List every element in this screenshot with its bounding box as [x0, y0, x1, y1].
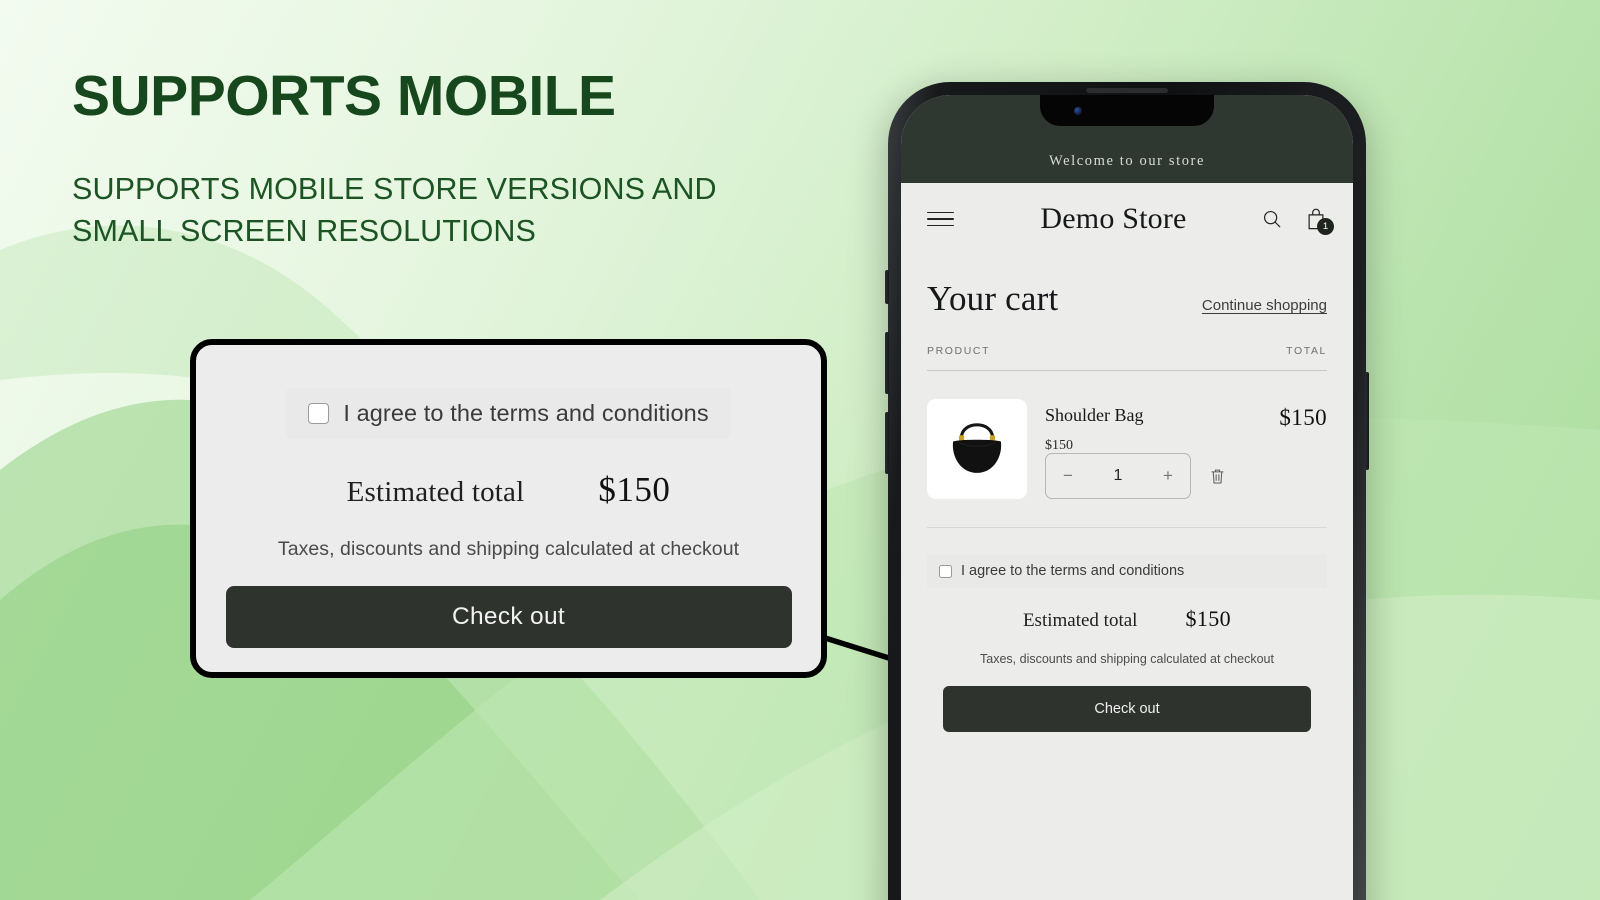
cart-count-badge: 1	[1317, 218, 1334, 235]
product-name: Shoulder Bag	[1045, 405, 1144, 425]
quantity-value: 1	[1113, 467, 1123, 484]
quantity-decrement-button[interactable]: −	[1046, 454, 1090, 498]
hamburger-icon[interactable]	[927, 211, 954, 227]
column-header-total: TOTAL	[1286, 345, 1327, 357]
continue-shopping-link[interactable]: Continue shopping	[1202, 297, 1327, 314]
page-subtitle: SUPPORTS MOBILE STORE VERSIONS AND SMALL…	[72, 172, 717, 249]
shopping-bag-icon[interactable]: 1	[1305, 207, 1334, 235]
page-title: SUPPORTS MOBILE	[72, 64, 616, 128]
announcement-text: Welcome to our store	[1048, 153, 1206, 169]
cart-line-item: Shoulder Bag $150 $150 − 1 +	[927, 371, 1327, 528]
quantity-increment-button[interactable]: +	[1146, 454, 1190, 498]
cart-totals-row: Estimated total $150	[927, 606, 1327, 632]
cart-terms-label: I agree to the terms and conditions	[961, 563, 1185, 579]
column-header-product: PRODUCT	[927, 345, 991, 357]
phone-screen: Welcome to our store Demo Store 1 Your c…	[901, 95, 1353, 900]
callout-totals-row: Estimated total $150	[347, 470, 671, 510]
phone-silent-switch[interactable]	[885, 270, 889, 304]
phone-volume-down-button[interactable]	[885, 412, 889, 474]
cart-page: Your cart Continue shopping PRODUCT TOTA…	[901, 279, 1353, 732]
phone-volume-up-button[interactable]	[885, 332, 889, 394]
product-line-total: $150	[1279, 405, 1327, 430]
product-thumbnail[interactable]	[927, 399, 1027, 499]
quantity-row: − 1 +	[1045, 453, 1226, 499]
phone-earpiece-speaker	[1086, 88, 1168, 93]
front-camera-icon	[1074, 107, 1082, 115]
callout-fineprint: Taxes, discounts and shipping calculated…	[277, 538, 740, 560]
shoulder-bag-image	[952, 423, 1002, 473]
slide-canvas: SUPPORTS MOBILE SUPPORTS MOBILE STORE VE…	[0, 0, 1600, 900]
callout-checkout-button[interactable]: Check out	[225, 586, 792, 648]
quantity-stepper[interactable]: − 1 +	[1045, 453, 1191, 499]
cart-fineprint: Taxes, discounts and shipping calculated…	[980, 652, 1274, 666]
cart-total-label: Estimated total	[1022, 610, 1138, 631]
callout-total-value: $150	[598, 470, 671, 509]
callout-terms-checkbox[interactable]	[308, 403, 330, 424]
cart-terms-row[interactable]: I agree to the terms and conditions	[927, 554, 1327, 588]
product-unit-price: $150	[1045, 438, 1073, 453]
phone-notch	[1040, 95, 1214, 126]
cart-title-row: Your cart Continue shopping	[927, 279, 1327, 319]
cart-total-value: $150	[1185, 606, 1232, 631]
phone-mockup: Welcome to our store Demo Store 1 Your c…	[885, 82, 1369, 900]
store-name: Demo Store	[1040, 202, 1187, 235]
trash-icon[interactable]	[1209, 467, 1226, 486]
zoom-callout-card: I agree to the terms and conditions Esti…	[190, 339, 827, 678]
cart-terms-checkbox[interactable]	[939, 564, 952, 578]
cart-column-headers: PRODUCT TOTAL	[927, 345, 1327, 371]
callout-total-label: Estimated total	[346, 476, 525, 508]
cart-title: Your cart	[927, 279, 1059, 318]
callout-terms-row[interactable]: I agree to the terms and conditions	[286, 388, 730, 439]
store-header: Demo Store 1	[901, 183, 1353, 255]
cart-checkout-button[interactable]: Check out	[943, 686, 1311, 732]
phone-power-button[interactable]	[1365, 372, 1369, 470]
hero-copy: SUPPORTS MOBILE SUPPORTS MOBILE STORE VE…	[72, 68, 852, 252]
callout-terms-label: I agree to the terms and conditions	[343, 400, 709, 426]
search-icon[interactable]	[1261, 208, 1283, 230]
